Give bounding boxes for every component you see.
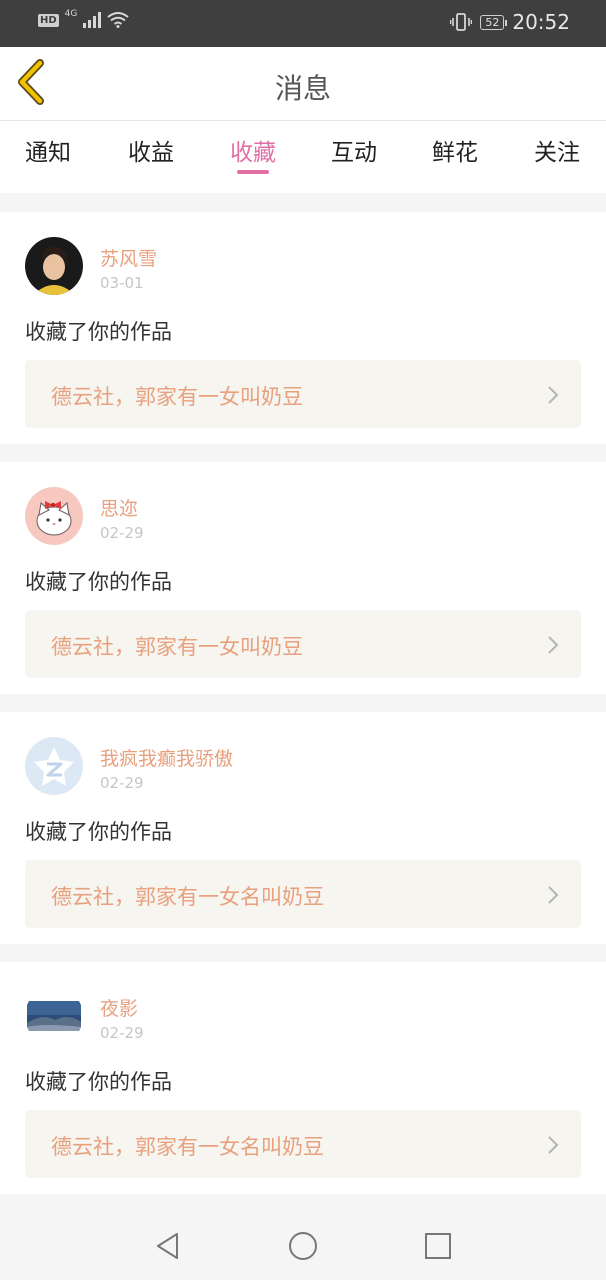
status-bar: HD 4G 52 20:52 <box>0 0 606 47</box>
hd-badge: HD <box>38 13 59 27</box>
chevron-right-icon <box>548 636 559 654</box>
network-type: 4G <box>64 9 78 19</box>
wifi-icon <box>107 12 129 28</box>
user-name[interactable]: 夜影 <box>100 994 138 1021</box>
work-title: 德云社，郭家有一女叫奶豆 <box>51 635 303 659</box>
avatar[interactable] <box>25 987 83 1045</box>
triangle-back-icon <box>157 1233 178 1259</box>
cat-avatar <box>25 487 83 545</box>
square-recents-icon <box>425 1233 451 1259</box>
tab-following[interactable]: 关注 <box>517 133 597 167</box>
page-title: 消息 <box>274 72 331 105</box>
avatar[interactable] <box>25 737 83 795</box>
user-photo-avatar <box>25 237 83 295</box>
status-left: HD 4G <box>38 9 129 28</box>
action-text: 收藏了你的作品 <box>25 320 172 344</box>
avatar[interactable] <box>25 487 83 545</box>
tab-interactions[interactable]: 互动 <box>314 133 394 167</box>
notification-date: 03-01 <box>100 274 144 292</box>
chevron-right-icon <box>548 386 559 404</box>
chevron-right-icon <box>548 1136 559 1154</box>
default-avatar <box>25 737 83 795</box>
notification-card: 夜影 02-29 收藏了你的作品 德云社，郭家有一女名叫奶豆 <box>0 962 606 1194</box>
clock: 20:52 <box>512 10 570 34</box>
app-header: 消息 <box>0 47 606 121</box>
circle-home-icon <box>289 1232 317 1260</box>
action-text: 收藏了你的作品 <box>25 820 172 844</box>
battery-indicator: 52 <box>480 14 508 30</box>
notification-date: 02-29 <box>100 1024 144 1042</box>
user-name[interactable]: 我疯我癫我骄傲 <box>100 744 233 771</box>
status-right: 52 20:52 <box>450 10 570 34</box>
work-link[interactable]: 德云社，郭家有一女名叫奶豆 <box>25 860 581 928</box>
tab-bar: 通知 收益 收藏 互动 鲜花 关注 <box>0 121 606 193</box>
chevron-right-icon <box>548 886 559 904</box>
nav-back-button[interactable] <box>151 1229 185 1263</box>
work-link[interactable]: 德云社，郭家有一女名叫奶豆 <box>25 1110 581 1178</box>
tab-earnings[interactable]: 收益 <box>111 133 191 167</box>
notification-date: 02-29 <box>100 524 144 542</box>
user-name[interactable]: 苏风雪 <box>100 244 157 271</box>
system-nav-bar <box>0 1212 606 1280</box>
notification-card: 我疯我癫我骄傲 02-29 收藏了你的作品 德云社，郭家有一女名叫奶豆 <box>0 712 606 944</box>
work-link[interactable]: 德云社，郭家有一女叫奶豆 <box>25 360 581 428</box>
tab-flowers[interactable]: 鲜花 <box>415 133 495 167</box>
signal-icon <box>83 12 102 28</box>
notification-card: 苏风雪 03-01 收藏了你的作品 德云社，郭家有一女叫奶豆 <box>0 212 606 444</box>
tab-favorites-label: 收藏 <box>230 140 276 166</box>
work-title: 德云社，郭家有一女名叫奶豆 <box>51 885 324 909</box>
avatar[interactable] <box>25 237 83 295</box>
work-title: 德云社，郭家有一女名叫奶豆 <box>51 1135 324 1159</box>
notification-card: 思迩 02-29 收藏了你的作品 德云社，郭家有一女叫奶豆 <box>0 462 606 694</box>
action-text: 收藏了你的作品 <box>25 1070 172 1094</box>
nav-home-button[interactable] <box>286 1229 320 1263</box>
landscape-avatar <box>25 987 83 1045</box>
tab-favorites[interactable]: 收藏 <box>213 133 293 174</box>
nav-recents-button[interactable] <box>421 1229 455 1263</box>
user-name[interactable]: 思迩 <box>100 494 138 521</box>
active-tab-indicator <box>237 170 269 174</box>
work-title: 德云社，郭家有一女叫奶豆 <box>51 385 303 409</box>
notification-date: 02-29 <box>100 774 144 792</box>
tab-notifications[interactable]: 通知 <box>8 133 88 167</box>
vibrate-icon <box>450 13 473 31</box>
work-link[interactable]: 德云社，郭家有一女叫奶豆 <box>25 610 581 678</box>
action-text: 收藏了你的作品 <box>25 570 172 594</box>
